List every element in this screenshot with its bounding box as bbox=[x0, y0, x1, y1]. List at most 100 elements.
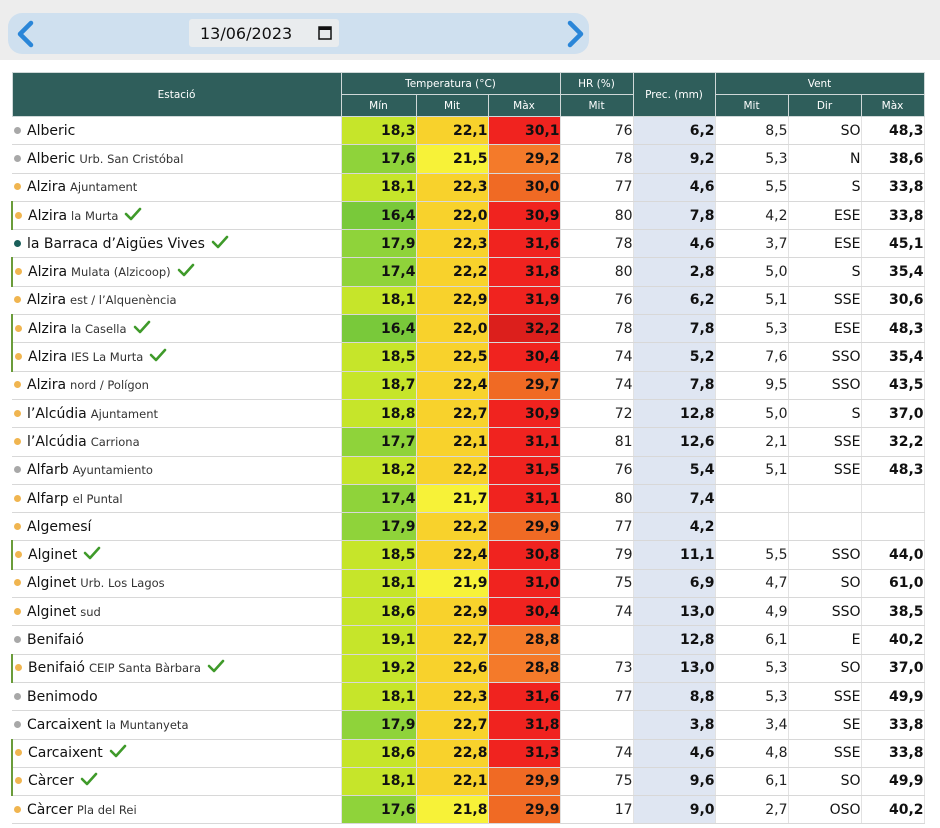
header-prec[interactable]: Prec. (mm) bbox=[632, 72, 716, 117]
table-row[interactable]: Benimodo 18,1 22,3 31,6 77 8,8 5,3 SSE 49,9 bbox=[12, 682, 925, 712]
table-row[interactable]: l’Alcúdia Carriona 17,7 22,1 31,1 81 12,6 2,1 SS… bbox=[12, 427, 925, 457]
wind-dir-cell bbox=[788, 512, 862, 542]
station-name[interactable]: Carcaixent bbox=[28, 745, 103, 761]
station-name[interactable]: Benifaió bbox=[28, 660, 85, 676]
station-name[interactable]: Alzira bbox=[28, 321, 67, 337]
station-name-cell[interactable]: Benifaió CEIP Santa Bàrbara bbox=[11, 654, 342, 683]
station-name-cell[interactable]: Benimodo bbox=[12, 682, 342, 712]
station-name[interactable]: la Barraca d’Aigües Vives bbox=[27, 236, 205, 252]
station-name-cell[interactable]: la Barraca d’Aigües Vives bbox=[12, 229, 342, 259]
temp-mit-cell: 22,3 bbox=[416, 173, 489, 202]
station-name[interactable]: Benifaió bbox=[27, 632, 84, 648]
station-name-cell[interactable]: Càrcer Pla del Rei bbox=[12, 795, 342, 825]
table-row[interactable]: Alzira nord / Polígon 18,7 22,4 29,7 74 7,8 9,5… bbox=[12, 371, 925, 400]
temp-min-cell: 18,5 bbox=[341, 540, 417, 570]
station-name[interactable]: Alfarb bbox=[27, 462, 69, 478]
table-row[interactable]: Alginet 18,5 22,4 30,8 79 11,1 5,5 SSO 44,0 bbox=[11, 540, 925, 570]
station-name[interactable]: Alginet bbox=[27, 575, 76, 591]
temp-max-cell: 31,9 bbox=[488, 286, 561, 316]
previous-day-button[interactable] bbox=[12, 19, 40, 49]
table-row[interactable]: Alberic Urb. San Cristóbal 17,6 21,5 29,2 78 9… bbox=[12, 144, 925, 174]
station-name[interactable]: Alginet bbox=[27, 604, 76, 620]
table-row[interactable]: Alzira est / l’Alquenència 18,1 22,9 31,9 76 6… bbox=[12, 286, 925, 316]
station-name[interactable]: Alzira bbox=[28, 208, 67, 224]
station-name[interactable]: Alzira bbox=[27, 377, 66, 393]
station-name-cell[interactable]: Alfarp el Puntal bbox=[12, 484, 342, 514]
station-name[interactable]: Alzira bbox=[28, 264, 67, 280]
station-name-cell[interactable]: Benifaió bbox=[12, 625, 342, 655]
table-row[interactable]: Benifaió CEIP Santa Bàrbara 19,2 22,6 28,8 73… bbox=[11, 654, 925, 683]
station-name[interactable]: l’Alcúdia bbox=[27, 406, 87, 422]
station-name-cell[interactable]: Alzira la Casella bbox=[11, 314, 342, 344]
date-input[interactable]: 13/06/2023 bbox=[189, 19, 339, 47]
table-row[interactable]: Càrcer Pla del Rei 17,6 21,8 29,9 17 9,0 2,7 OSO… bbox=[12, 795, 925, 825]
table-row[interactable]: Benifaió 19,1 22,7 28,8 12,8 6,1 E 40,2 bbox=[12, 625, 925, 655]
table-row[interactable]: Carcaixent la Muntanyeta 17,9 22,7 31,8 3,8 3,… bbox=[12, 710, 925, 740]
station-name-cell[interactable]: Alzira nord / Polígon bbox=[12, 371, 342, 400]
temp-min-cell: 17,9 bbox=[341, 512, 417, 542]
station-name[interactable]: Alginet bbox=[28, 547, 77, 563]
station-name[interactable]: Carcaixent bbox=[27, 717, 102, 733]
header-temp-min[interactable]: Mín bbox=[340, 94, 417, 117]
table-row[interactable]: Carcaixent 18,6 22,8 31,3 74 4,6 4,8 SSE 33,8 bbox=[11, 739, 925, 768]
station-name-cell[interactable]: Alberic bbox=[12, 116, 342, 146]
station-name-cell[interactable]: Alginet Urb. Los Lagos bbox=[12, 569, 342, 599]
station-name[interactable]: Alzira bbox=[27, 179, 66, 195]
table-row[interactable]: Alginet sud 18,6 22,9 30,4 74 13,0 4,9 SSO 38,5 bbox=[12, 597, 925, 627]
table-row[interactable]: Alberic 18,3 22,1 30,1 76 6,2 8,5 SO 48,3 bbox=[12, 116, 925, 146]
station-name-cell[interactable]: Algemesí bbox=[12, 512, 342, 542]
station-subname: Urb. San Cristóbal bbox=[79, 151, 184, 166]
station-name-cell[interactable]: Alginet sud bbox=[12, 597, 342, 627]
chevron-left-icon bbox=[17, 20, 34, 48]
table-row[interactable]: Càrcer 18,1 22,1 29,9 75 9,6 6,1 SO 49,9 bbox=[11, 767, 925, 797]
station-name[interactable]: Alberic bbox=[27, 151, 75, 167]
table-row[interactable]: Alfarb Ayuntamiento 18,2 22,2 31,5 76 5,4 5,1 SS… bbox=[12, 456, 925, 485]
table-row[interactable]: Alzira IES La Murta 18,5 22,5 30,4 74 5,2 7,6 SS… bbox=[11, 342, 925, 372]
station-name[interactable]: Alfarp bbox=[27, 491, 69, 507]
station-status-dot-icon bbox=[15, 664, 22, 672]
station-name[interactable]: Benimodo bbox=[27, 689, 98, 705]
table-row[interactable]: Alginet Urb. Los Lagos 18,1 21,9 31,0 75 6,9 4,… bbox=[12, 569, 925, 599]
calendar-icon[interactable] bbox=[318, 25, 332, 40]
station-name-cell[interactable]: Alginet bbox=[11, 540, 342, 570]
station-name[interactable]: Alzira bbox=[28, 349, 67, 365]
station-name-cell[interactable]: Alberic Urb. San Cristóbal bbox=[12, 144, 342, 174]
table-row[interactable]: Algemesí 17,9 22,2 29,9 77 4,2 bbox=[12, 512, 925, 542]
header-temp-max[interactable]: Màx bbox=[487, 94, 561, 117]
station-name[interactable]: Càrcer bbox=[27, 802, 73, 818]
station-status-dot-icon bbox=[14, 239, 21, 247]
station-name-cell[interactable]: l’Alcúdia Carriona bbox=[12, 427, 342, 457]
station-name[interactable]: Alberic bbox=[27, 123, 75, 139]
station-name-cell[interactable]: Alzira est / l’Alquenència bbox=[12, 286, 342, 316]
table-row[interactable]: l’Alcúdia Ajuntament 18,8 22,7 30,9 72 12,8 5,0… bbox=[12, 399, 925, 429]
station-name-cell[interactable]: Alzira IES La Murta bbox=[11, 342, 342, 372]
header-vent-mit[interactable]: Mit bbox=[714, 94, 789, 117]
header-vent-max[interactable]: Màx bbox=[860, 94, 925, 117]
station-name-cell[interactable]: Alzira Mulata (Alzicoop) bbox=[11, 257, 342, 287]
table-row[interactable]: Alfarp el Puntal 17,4 21,7 31,1 80 7,4 bbox=[12, 484, 925, 514]
station-name-cell[interactable]: l’Alcúdia Ajuntament bbox=[12, 399, 342, 429]
station-name-cell[interactable]: Alzira la Murta bbox=[11, 201, 342, 231]
table-row[interactable]: Alzira la Casella 16,4 22,0 32,2 78 7,8 5,3 ESE 4… bbox=[11, 314, 925, 344]
next-day-button[interactable] bbox=[561, 19, 589, 49]
station-name[interactable]: l’Alcúdia bbox=[27, 434, 87, 450]
table-row[interactable]: Alzira Ajuntament 18,1 22,3 30,0 77 4,6 5,5 S 33,… bbox=[12, 173, 925, 202]
header-temp-mit[interactable]: Mit bbox=[415, 94, 489, 117]
station-name[interactable]: Càrcer bbox=[28, 773, 74, 789]
stations-table: Estació Temperatura (°C) HR (%) Prec. (m… bbox=[11, 72, 925, 825]
temp-min-cell: 17,6 bbox=[341, 144, 417, 174]
header-estacio[interactable]: Estació bbox=[11, 72, 342, 117]
station-name-cell[interactable]: Càrcer bbox=[11, 767, 342, 797]
header-vent-dir[interactable]: Dir bbox=[787, 94, 862, 117]
station-name-cell[interactable]: Carcaixent la Muntanyeta bbox=[12, 710, 342, 740]
table-row[interactable]: Alzira Mulata (Alzicoop) 17,4 22,2 31,8 80 2,8… bbox=[11, 257, 925, 287]
table-row[interactable]: Alzira la Murta 16,4 22,0 30,9 80 7,8 4,2 ESE 33,… bbox=[11, 201, 925, 231]
station-name-cell[interactable]: Alzira Ajuntament bbox=[12, 173, 342, 202]
station-name[interactable]: Alzira bbox=[27, 292, 66, 308]
station-name-cell[interactable]: Carcaixent bbox=[11, 739, 342, 768]
header-hr-mit[interactable]: Mit bbox=[559, 94, 634, 117]
table-row[interactable]: la Barraca d’Aigües Vives 17,9 22,3 31,6 78 4… bbox=[12, 229, 925, 259]
station-name[interactable]: Algemesí bbox=[27, 519, 91, 535]
station-name-cell[interactable]: Alfarb Ayuntamiento bbox=[12, 456, 342, 485]
prec-cell: 5,4 bbox=[633, 456, 716, 485]
